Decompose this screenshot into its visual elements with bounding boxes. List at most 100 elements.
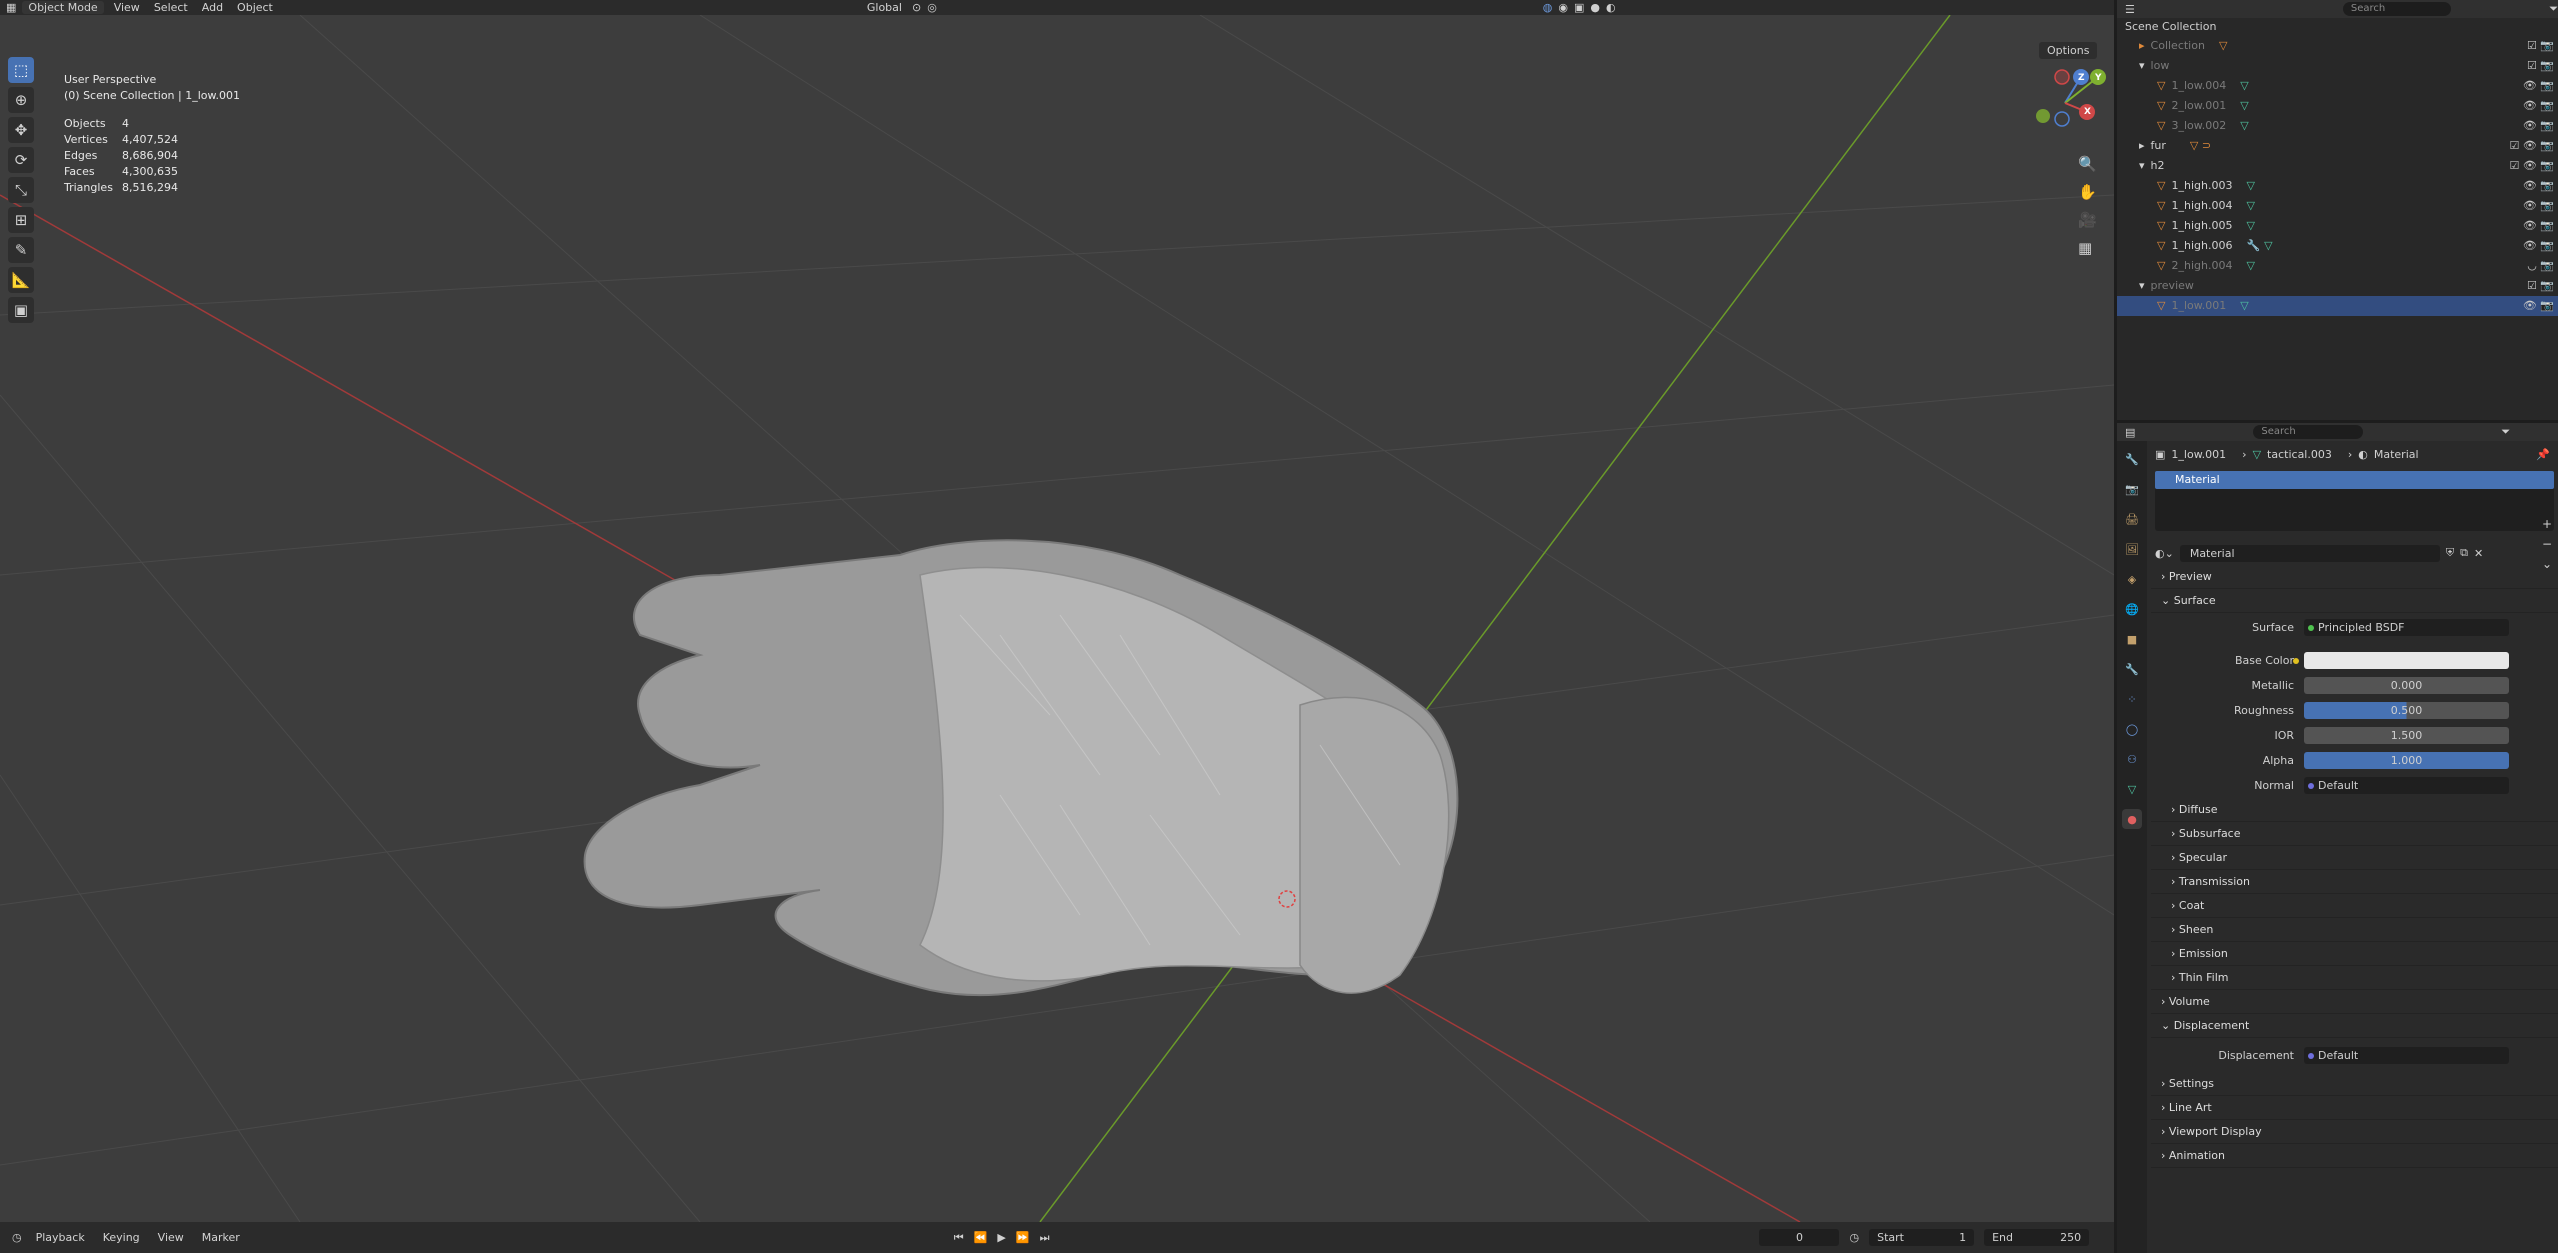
scene-tab-icon[interactable]: ◈ (2122, 569, 2142, 589)
add-cube-tool-icon[interactable]: ▣ (8, 297, 34, 323)
properties-options-icon[interactable]: ⏷ (2501, 425, 2510, 439)
data-tab-icon[interactable]: ▽ (2122, 779, 2142, 799)
surface-panel-header[interactable]: ⌄ Surface (2151, 589, 2558, 613)
material-slot-item[interactable]: Material (2155, 471, 2554, 489)
outliner-row[interactable]: ▽ 1_high.006 🔧 ▽ 👁 📷 (2117, 236, 2558, 256)
outliner-row[interactable]: ▽ 3_low.002 ▽ 👁 📷 (2117, 116, 2558, 136)
outliner-row[interactable]: ▽ 2_high.004 ▽ ◡ 📷 (2117, 256, 2558, 276)
clock-icon[interactable]: ◷ (1849, 1231, 1859, 1244)
transform-orientation-dropdown[interactable]: Global (863, 0, 906, 15)
add-slot-button[interactable]: + (2542, 517, 2552, 531)
outliner-scene-collection[interactable]: Scene Collection (2117, 18, 2558, 36)
particles-tab-icon[interactable]: ⁘ (2122, 689, 2142, 709)
annotate-tool-icon[interactable]: ✎ (8, 237, 34, 263)
outliner-row[interactable]: ▾ preview ☑ 📷 (2117, 276, 2558, 296)
object-tab-icon[interactable]: ■ (2122, 629, 2142, 649)
outliner-row[interactable]: ▾ h2 ☑ 👁 📷 (2117, 156, 2558, 176)
move-tool-icon[interactable]: ✥ (8, 117, 34, 143)
shading-material-icon[interactable]: ◐ (1606, 1, 1616, 14)
properties-editor-icon[interactable]: ▤ (2125, 426, 2135, 439)
slot-menu-icon[interactable]: ⌄ (2542, 557, 2552, 571)
specular-panel-header[interactable]: › Specular (2151, 846, 2558, 870)
outliner-row[interactable]: ▽ 1_low.004 ▽ 👁 📷 (2117, 76, 2558, 96)
next-key-icon[interactable]: ⏩ (1016, 1231, 1030, 1244)
outliner-editor-icon[interactable]: ☰ (2125, 3, 2135, 16)
remove-slot-button[interactable]: − (2542, 537, 2552, 551)
emission-panel-header[interactable]: › Emission (2151, 942, 2558, 966)
menu-playback[interactable]: Playback (32, 1230, 89, 1245)
current-frame-field[interactable]: 0 (1759, 1229, 1840, 1246)
surface-shader-field[interactable]: Principled BSDF (2304, 619, 2509, 636)
animation-panel-header[interactable]: › Animation (2151, 1144, 2558, 1168)
proportional-edit-icon[interactable]: ◎ (927, 1, 937, 14)
snap-icon[interactable]: ⊙ (912, 1, 921, 14)
filter-icon[interactable]: ⏷ (2549, 2, 2558, 16)
line-art-panel-header[interactable]: › Line Art (2151, 1096, 2558, 1120)
transmission-panel-header[interactable]: › Transmission (2151, 870, 2558, 894)
material-browse-icon[interactable]: ◐⌄ (2155, 547, 2174, 560)
alpha-slider[interactable]: 1.000 (2304, 752, 2509, 769)
material-name-field[interactable]: Material (2179, 544, 2440, 562)
constraints-tab-icon[interactable]: ⚇ (2122, 749, 2142, 769)
modifier-tab-icon[interactable]: 🔧 (2122, 659, 2142, 679)
properties-search-input[interactable]: Search (2253, 425, 2364, 439)
displacement-panel-header[interactable]: ⌄ Displacement (2151, 1014, 2558, 1038)
view-layer-tab-icon[interactable]: 🖼 (2122, 539, 2142, 559)
outliner-row[interactable]: ▽ 2_low.001 ▽ 👁 📷 (2117, 96, 2558, 116)
3d-viewport[interactable]: Z Y X ⬚ ⊕ ✥ ⟳ ⤡ ⊞ ✎ 📐 ▣ User Perspective… (0, 15, 2114, 1222)
cursor-tool-icon[interactable]: ⊕ (8, 87, 34, 113)
ortho-grid-icon[interactable]: ▦ (2078, 239, 2097, 257)
duplicate-icon[interactable]: ⧉ (2460, 546, 2468, 560)
displacement-field[interactable]: Default (2304, 1046, 2509, 1064)
ior-field[interactable]: 1.500 (2304, 727, 2509, 744)
outliner-row[interactable]: ▽ 1_high.003 ▽ 👁 📷 (2117, 176, 2558, 196)
coat-panel-header[interactable]: › Coat (2151, 894, 2558, 918)
xray-icon[interactable]: ▣ (1574, 1, 1584, 14)
options-button[interactable]: Options (2039, 42, 2098, 59)
settings-panel-header[interactable]: › Settings (2151, 1072, 2558, 1096)
physics-tab-icon[interactable]: ◯ (2122, 719, 2142, 739)
volume-panel-header[interactable]: › Volume (2151, 990, 2558, 1014)
metallic-slider[interactable]: 0.000 (2304, 677, 2509, 694)
viewport-display-panel-header[interactable]: › Viewport Display (2151, 1120, 2558, 1144)
scale-tool-icon[interactable]: ⤡ (8, 177, 34, 203)
outliner-search-input[interactable]: Search (2342, 2, 2452, 16)
prev-key-icon[interactable]: ⏪ (974, 1231, 988, 1244)
menu-select[interactable]: Select (150, 0, 192, 15)
pan-hand-icon[interactable]: ✋ (2078, 183, 2097, 201)
overlay-toggle-icon[interactable]: ◉ (1558, 1, 1568, 14)
timeline-editor-icon[interactable]: ◷ (12, 1231, 22, 1244)
outliner-row[interactable]: ▾ low ☑ 📷 (2117, 56, 2558, 76)
output-tab-icon[interactable]: 🖨 (2122, 509, 2142, 529)
editor-type-icon[interactable]: ▦ (6, 1, 16, 14)
diffuse-panel-header[interactable]: › Diffuse (2151, 798, 2558, 822)
camera-view-icon[interactable]: 🎥 (2078, 211, 2097, 229)
measure-tool-icon[interactable]: 📐 (8, 267, 34, 293)
preview-panel-header[interactable]: › Preview (2151, 565, 2558, 589)
transform-tool-icon[interactable]: ⊞ (8, 207, 34, 233)
zoom-icon[interactable]: 🔍 (2078, 155, 2097, 173)
base-color-swatch[interactable] (2293, 652, 2509, 669)
render-tab-icon[interactable]: 📷 (2122, 479, 2142, 499)
sheen-panel-header[interactable]: › Sheen (2151, 918, 2558, 942)
pin-icon[interactable]: 📌 (2536, 448, 2550, 461)
outliner-row[interactable]: ▽ 1_high.005 ▽ 👁 📷 (2117, 216, 2558, 236)
shading-solid-icon[interactable]: ● (1590, 1, 1600, 14)
tool-tab-icon[interactable]: 🔧 (2122, 449, 2142, 469)
roughness-slider[interactable]: 0.500 (2304, 702, 2509, 719)
outliner-row[interactable]: ▸ Collection ▽ ☑ 📷 (2117, 36, 2558, 56)
end-frame-field[interactable]: End 250 (1984, 1229, 2090, 1246)
menu-object[interactable]: Object (233, 0, 277, 15)
thin-film-panel-header[interactable]: › Thin Film (2151, 966, 2558, 990)
unlink-icon[interactable]: ✕ (2474, 547, 2483, 560)
fake-user-icon[interactable]: ⛨ (2446, 546, 2454, 560)
gizmo-toggle-icon[interactable]: ◍ (1543, 1, 1553, 14)
rotate-tool-icon[interactable]: ⟳ (8, 147, 34, 173)
material-tab-icon[interactable]: ● (2122, 809, 2142, 829)
menu-timeline-view[interactable]: View (154, 1230, 188, 1245)
start-frame-field[interactable]: Start 1 (1869, 1229, 1975, 1246)
normal-field[interactable]: Default (2304, 777, 2509, 794)
menu-keying[interactable]: Keying (99, 1230, 144, 1245)
world-tab-icon[interactable]: 🌐 (2122, 599, 2142, 619)
jump-end-icon[interactable]: ⏭ (1040, 1231, 1050, 1245)
